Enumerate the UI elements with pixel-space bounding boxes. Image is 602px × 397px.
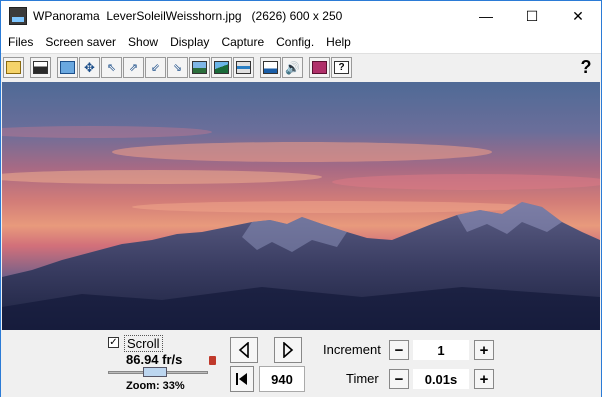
help-book-button[interactable] bbox=[309, 57, 330, 78]
strip-icon bbox=[236, 61, 251, 74]
menu-display[interactable]: Display bbox=[164, 35, 215, 49]
control-panel: ✓ Scroll 86.94 fr/s Zoom: 33% 940 Increm… bbox=[1, 331, 601, 397]
checkmark-icon: ✓ bbox=[109, 337, 118, 348]
title-bar: WPanorama LeverSoleilWeisshorn.jpg (2626… bbox=[1, 1, 601, 31]
app-icon[interactable] bbox=[9, 7, 27, 25]
speed-indicator-icon bbox=[209, 356, 216, 365]
app-name: WPanorama bbox=[33, 9, 100, 23]
scroll-right-arrow-button[interactable] bbox=[274, 337, 302, 363]
arrow-se-icon: ⇘ bbox=[172, 62, 183, 74]
arrow-sw-icon: ⇙ bbox=[150, 62, 161, 74]
skip-back-icon bbox=[236, 373, 247, 385]
open-file-button[interactable] bbox=[3, 57, 24, 78]
timer-minus-button[interactable]: − bbox=[389, 369, 409, 389]
view-mode-3-button[interactable] bbox=[233, 57, 254, 78]
move-arrows-icon: ✥ bbox=[84, 59, 95, 75]
view-mode-1-button[interactable] bbox=[189, 57, 210, 78]
position-field[interactable]: 940 bbox=[259, 366, 305, 392]
window-controls: — ☐ ✕ bbox=[463, 1, 601, 31]
image-button[interactable] bbox=[30, 57, 51, 78]
scroll-checkbox[interactable]: ✓ bbox=[108, 337, 119, 348]
panorama-image bbox=[2, 126, 600, 330]
marker-icon bbox=[263, 61, 278, 74]
triangle-right-icon bbox=[283, 342, 294, 358]
minimize-button[interactable]: — bbox=[463, 1, 509, 31]
speaker-icon: 🔊 bbox=[285, 60, 300, 75]
triangle-left-icon bbox=[238, 342, 249, 358]
toolbar: ✥ ⇖ ⇗ ⇙ ⇘ 🔊 ? ? bbox=[1, 54, 601, 81]
scroll-down-left-button[interactable]: ⇙ bbox=[145, 57, 166, 78]
timer-field[interactable]: 0.01s bbox=[413, 369, 469, 389]
scroll-right-button[interactable]: ⇗ bbox=[123, 57, 144, 78]
fit-window-icon bbox=[60, 61, 75, 74]
menu-files[interactable]: Files bbox=[1, 35, 39, 49]
menu-bar: Files Screen saver Show Display Capture … bbox=[1, 31, 601, 54]
move-button[interactable]: ✥ bbox=[79, 57, 100, 78]
menu-help[interactable]: Help bbox=[320, 35, 357, 49]
panorama-view[interactable] bbox=[2, 82, 600, 330]
frame-rate: 86.94 fr/s bbox=[126, 352, 183, 367]
arrow-nw-icon: ⇖ bbox=[106, 62, 117, 74]
sound-button[interactable]: 🔊 bbox=[282, 57, 303, 78]
menu-show[interactable]: Show bbox=[122, 35, 164, 49]
file-info: LeverSoleilWeisshorn.jpg (2626) 600 x 25… bbox=[100, 9, 343, 23]
go-to-start-button[interactable] bbox=[230, 366, 254, 392]
increment-minus-button[interactable]: − bbox=[389, 340, 409, 360]
menu-screen-saver[interactable]: Screen saver bbox=[39, 35, 122, 49]
app-window: WPanorama LeverSoleilWeisshorn.jpg (2626… bbox=[0, 0, 602, 397]
zoom-level: Zoom: 33% bbox=[126, 380, 185, 392]
increment-label: Increment bbox=[323, 342, 381, 357]
scroll-left-arrow-button[interactable] bbox=[230, 337, 258, 363]
image-icon bbox=[33, 61, 48, 74]
arrow-ne-icon: ⇗ bbox=[128, 62, 139, 74]
open-folder-icon bbox=[6, 61, 21, 74]
mountain-icon bbox=[214, 61, 229, 74]
scroll-left-button[interactable]: ⇖ bbox=[101, 57, 122, 78]
book-icon bbox=[312, 61, 327, 74]
timer-plus-button[interactable]: + bbox=[474, 369, 494, 389]
scroll-down-right-button[interactable]: ⇘ bbox=[167, 57, 188, 78]
timer-label: Timer bbox=[346, 371, 379, 386]
maximize-button[interactable]: ☐ bbox=[509, 1, 555, 31]
landscape-icon bbox=[192, 61, 207, 74]
about-button[interactable]: ? bbox=[331, 57, 352, 78]
menu-config[interactable]: Config. bbox=[270, 35, 320, 49]
context-help-button[interactable]: ? bbox=[575, 56, 597, 78]
increment-plus-button[interactable]: + bbox=[474, 340, 494, 360]
scroll-label[interactable]: Scroll bbox=[124, 335, 163, 352]
question-document-icon: ? bbox=[334, 61, 349, 74]
view-mode-2-button[interactable] bbox=[211, 57, 232, 78]
mark-button[interactable] bbox=[260, 57, 281, 78]
file-info-text: LeverSoleilWeisshorn.jpg (2626) 600 x 25… bbox=[106, 9, 343, 23]
increment-field[interactable]: 1 bbox=[413, 340, 469, 360]
zoom-slider-thumb[interactable] bbox=[143, 367, 167, 377]
close-button[interactable]: ✕ bbox=[555, 1, 601, 31]
fit-window-button[interactable] bbox=[57, 57, 78, 78]
menu-capture[interactable]: Capture bbox=[215, 35, 270, 49]
